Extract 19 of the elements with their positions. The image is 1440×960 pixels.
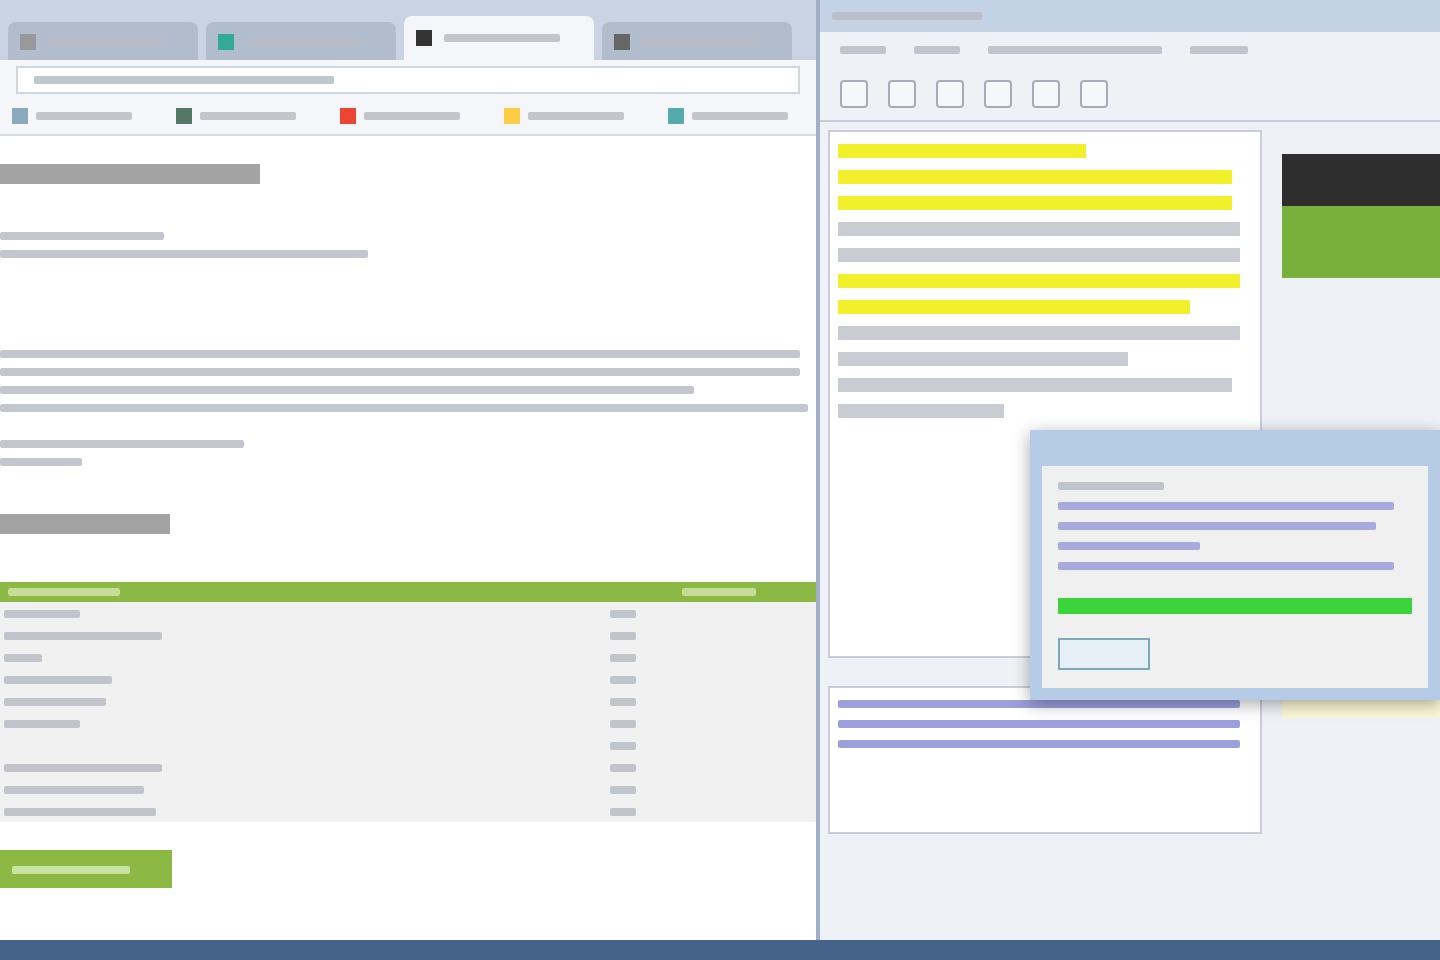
blurred-text-drawing [1190,46,1249,54]
favicon-icon [20,33,36,49]
blurred-text-drawing [914,46,961,54]
blurred-text-drawing [0,458,82,466]
favicon-icon [416,30,432,46]
blurred-text-drawing [1058,482,1165,490]
browser-tab[interactable] [404,16,594,60]
address-field[interactable] [16,65,800,93]
blurred-text-drawing [840,46,887,54]
toolbar-icon[interactable] [888,80,916,108]
toolbar-icon[interactable] [984,80,1012,108]
toolbar-icon[interactable] [1032,80,1060,108]
favicon-icon [218,33,234,49]
toolbar-icon[interactable] [840,80,868,108]
action-button[interactable] [0,850,172,888]
toolbar-icon[interactable] [936,80,964,108]
toolbar-icon[interactable] [1080,80,1108,108]
dialog-button[interactable] [1058,638,1150,670]
favicon-icon [614,33,630,49]
